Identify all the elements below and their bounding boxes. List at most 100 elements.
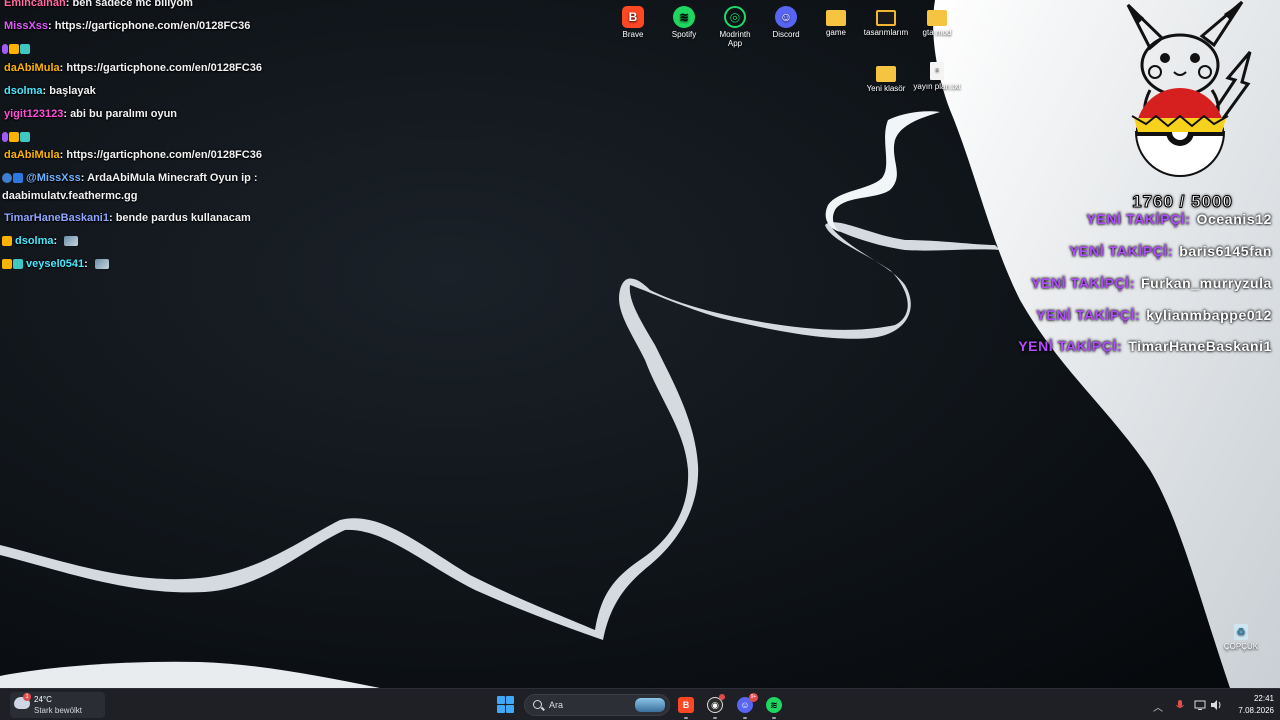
follower-name: Oceanis12 xyxy=(1196,211,1272,227)
desktop-icon-label: Yeni klasör xyxy=(866,84,906,93)
chat-badges xyxy=(2,234,13,248)
clock-date: 7.08.2026 xyxy=(1238,706,1274,715)
volume-icon[interactable] xyxy=(1210,699,1222,711)
chat-username: daAbiMula xyxy=(4,62,60,74)
search-icon xyxy=(533,700,542,709)
folder-icon xyxy=(927,10,947,26)
follower-alert-label: YENİ TAKİPÇİ: xyxy=(1086,211,1191,227)
chat-username: dsolma xyxy=(15,235,54,247)
crown-badge-icon xyxy=(2,236,12,247)
desktop-icon-label: Spotify xyxy=(671,30,697,39)
windows-logo-pane xyxy=(497,705,505,713)
chat-text: daabimulatv.feathermc.gg xyxy=(2,190,138,202)
text-file-icon: ≡ xyxy=(930,62,944,80)
taskbar-clock[interactable]: 22:41 7.08.2026 xyxy=(1228,693,1274,717)
chat-text: abi bu paralımı oyun xyxy=(70,108,178,120)
desktop-icon-label: Modrinth App xyxy=(719,30,751,48)
desktop-icon-yeni-klasor-folder[interactable]: Yeni klasör xyxy=(858,62,914,93)
desktop-icon-yayin-plan-txt[interactable]: ≡ yayın plan.txt xyxy=(909,62,965,91)
chat-username: veysel0541 xyxy=(26,258,85,270)
weather-widget[interactable]: 1 24°C Stark bewölkt xyxy=(10,692,105,718)
desktop-icon-label: ÇÖPÇÜK xyxy=(1223,642,1259,651)
crown-badge-icon xyxy=(9,132,19,143)
microphone-icon[interactable] xyxy=(1174,699,1186,711)
desktop-icon-modrinth[interactable]: ◎ Modrinth App xyxy=(707,6,763,48)
chat-message xyxy=(2,42,33,56)
windows-logo-pane xyxy=(506,696,514,704)
chat-message: daAbiMula: https://garticphone.com/en/01… xyxy=(4,148,262,162)
follower-alert: YENİ TAKİPÇİ: kylianmbappe012 xyxy=(1036,307,1272,323)
chat-username: daAbiMula xyxy=(4,149,60,161)
chat-message xyxy=(2,130,33,144)
chat-username: Emincalhan xyxy=(4,0,66,9)
desktop-icon-label: gta mod xyxy=(922,28,952,37)
desktop-icon-brave[interactable]: B Brave xyxy=(605,6,661,39)
desktop-icon-label: Discord xyxy=(772,30,800,39)
taskbar-app-obs[interactable]: ◉ xyxy=(705,694,725,719)
mic-badge-icon xyxy=(2,132,8,143)
chat-text: başlayak xyxy=(49,85,96,97)
weather-temperature: 24°C xyxy=(34,695,52,704)
chat-message: TimarHaneBaskani1: bende pardus kullanac… xyxy=(4,211,251,225)
chevron-up-icon[interactable]: ︿ xyxy=(1153,699,1163,714)
pikachu-pokeball-icon xyxy=(1126,0,1252,177)
taskbar: 1 24°C Stark bewölkt Ara B ◉ ☺ 9+ ≋ ︿ 22… xyxy=(0,688,1280,720)
follower-alert-label: YENİ TAKİPÇİ: xyxy=(1018,338,1123,354)
chat-badges xyxy=(2,257,24,271)
chat-badges xyxy=(2,171,24,185)
chat-text: bende pardus kullanacam xyxy=(115,212,251,224)
running-indicator xyxy=(684,717,688,719)
desktop-icon-discord[interactable]: ☺ Discord xyxy=(758,6,814,39)
display-icon[interactable] xyxy=(1194,699,1206,711)
start-button[interactable] xyxy=(497,696,515,714)
windows-logo-pane xyxy=(506,705,514,713)
stream-chat-overlay: Emincalhan: ben sadece mc biliyom MissXss… xyxy=(0,0,300,275)
chat-username: @MissXss xyxy=(26,172,81,184)
chat-username: yigit123123 xyxy=(4,108,64,120)
modrinth-icon: ◎ xyxy=(724,6,746,28)
chat-text: https://garticphone.com/en/0128FC36 xyxy=(54,20,251,32)
desktop-icon-recycle-bin[interactable]: ♻ ÇÖPÇÜK xyxy=(1213,624,1269,651)
crown-badge-icon xyxy=(2,259,12,270)
follower-alert-label: YENİ TAKİPÇİ: xyxy=(1031,275,1136,291)
desktop-icon-game-folder[interactable]: game xyxy=(808,6,864,37)
chat-emote-icon xyxy=(94,259,109,270)
desktop-icon-tasarimlarim-folder[interactable]: tasarımlarım xyxy=(858,6,914,37)
chat-message: MissXss: https://garticphone.com/en/0128… xyxy=(4,19,250,33)
chat-badges xyxy=(2,42,31,56)
taskbar-app-discord[interactable]: ☺ 9+ xyxy=(735,693,758,719)
chat-message: @MissXss: ArdaAbiMula Minecraft Oyun ip … xyxy=(2,171,258,185)
windows-logo-icon xyxy=(497,696,505,704)
brave-icon: B xyxy=(678,697,694,713)
chat-username: MissXss xyxy=(4,20,49,32)
running-indicator xyxy=(713,717,717,719)
follower-alert: YENİ TAKİPÇİ: Oceanis12 xyxy=(1087,211,1272,227)
chat-message: daAbiMula: https://garticphone.com/en/01… xyxy=(4,61,262,75)
bot-badge-icon xyxy=(2,173,12,184)
desktop-icon-label: Brave xyxy=(622,30,644,39)
chat-text: https://garticphone.com/en/0128FC36 xyxy=(66,62,262,74)
chat-separator: : xyxy=(84,258,91,270)
chat-message: dsolma: başlayak xyxy=(4,84,96,98)
follower-alert: YENİ TAKİPÇİ: Furkan_murryzula xyxy=(1031,275,1272,291)
chat-emote-icon xyxy=(64,236,79,247)
discord-icon: ☺ xyxy=(775,6,797,28)
chat-text: ArdaAbiMula Minecraft Oyun ip : xyxy=(87,172,258,184)
chat-username: TimarHaneBaskani1 xyxy=(4,212,109,224)
desktop-icon-spotify[interactable]: ≋ Spotify xyxy=(656,6,712,39)
chat-badges xyxy=(2,130,31,144)
gift-badge-icon xyxy=(20,44,30,55)
gift-badge-icon xyxy=(13,259,23,270)
brave-icon: B xyxy=(622,6,644,28)
follower-alert: YENİ TAKİPÇİ: TimarHaneBaskani1 xyxy=(1018,338,1272,354)
desktop-icon-gta-mod-folder[interactable]: gta mod xyxy=(909,6,965,37)
chat-text: ben sadece mc biliyom xyxy=(72,0,193,9)
spotify-icon: ≋ xyxy=(673,6,695,28)
mod-badge-icon xyxy=(13,173,23,184)
follower-name: baris6145fan xyxy=(1179,243,1272,259)
taskbar-app-brave[interactable]: B xyxy=(676,695,696,719)
taskbar-app-spotify[interactable]: ≋ xyxy=(764,695,784,719)
search-highlight-image xyxy=(635,698,665,712)
follower-name: Furkan_murryzula xyxy=(1141,275,1272,291)
taskbar-search-box[interactable]: Ara xyxy=(524,694,670,716)
